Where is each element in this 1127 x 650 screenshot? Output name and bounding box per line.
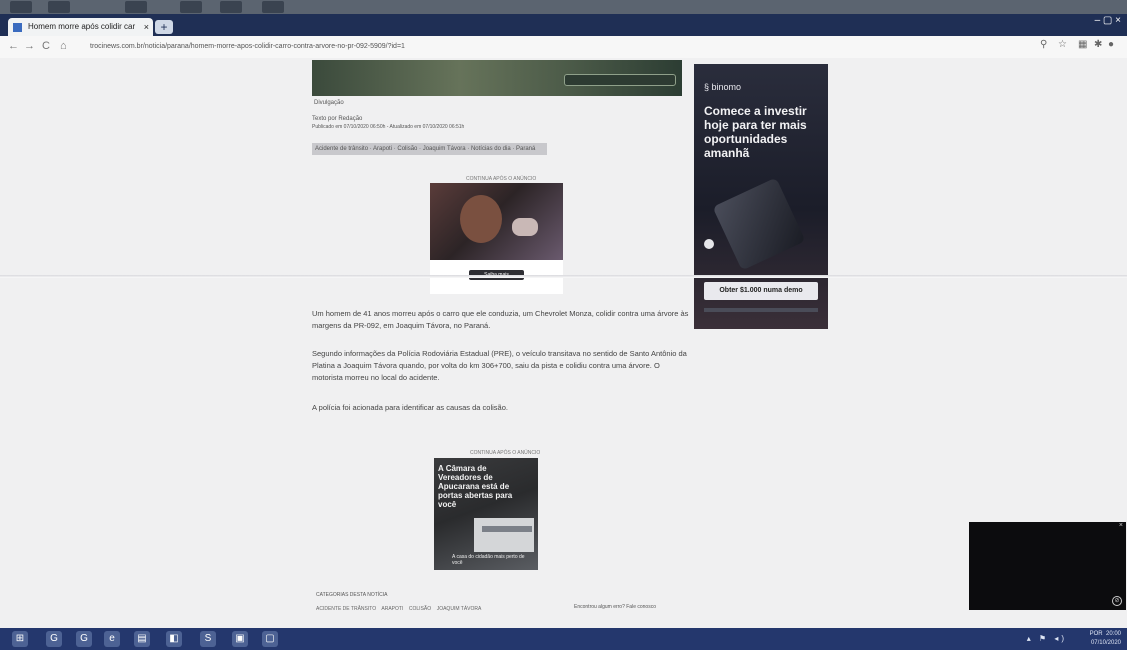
ad-brand: § binomo	[704, 82, 742, 92]
hero-image	[312, 60, 682, 96]
app-icon	[262, 1, 284, 13]
ad-cta-button[interactable]: Obter $1.000 numa demo	[704, 282, 818, 300]
ad-label: CONTINUA APÓS O ANÚNCIO	[470, 450, 541, 456]
footer-label: CATEGORIAS DESTA NOTÍCIA	[316, 592, 388, 598]
favicon-icon	[13, 23, 22, 32]
language-indicator: POR	[1089, 631, 1103, 637]
profile-icon[interactable]: ●	[1108, 39, 1114, 50]
app-icon[interactable]: ▢	[262, 631, 278, 647]
tab-close-icon[interactable]: ×	[144, 18, 149, 36]
chrome-icon[interactable]: G	[46, 631, 62, 647]
child-image	[460, 195, 502, 243]
article-paragraph: A polícia foi acionada para identificar …	[312, 403, 508, 412]
star-icon[interactable]: ☆	[1058, 39, 1067, 50]
article-paragraph: Segundo informações da Polícia Rodoviári…	[312, 349, 687, 382]
ad-headline: Comece a investir hoje para ter mais opo…	[704, 104, 807, 160]
footer-tag-link[interactable]: ACIDENTE DE TRÂNSITO	[316, 606, 376, 612]
back-button[interactable]: ←	[8, 40, 19, 52]
background-window-strip	[0, 0, 1127, 14]
promo-headline: A Câmara de Vereadores de Apucarana está…	[438, 464, 513, 509]
promo-ad[interactable]: A Câmara de Vereadores de Apucarana está…	[434, 458, 538, 570]
ie-icon[interactable]: e	[104, 631, 120, 647]
video-ad[interactable]	[430, 183, 563, 260]
phone-image	[712, 177, 806, 271]
address-bar: ← → C ⌂ trocinews.com.br/noticia/parana/…	[0, 36, 1127, 59]
outlook-icon[interactable]: ◧	[166, 631, 182, 647]
footer-tag-link[interactable]: JOAQUIM TÁVORA	[437, 606, 482, 612]
taskbar: ⊞ G G e ▤ ◧ S ▣ ▢ ▴ ⚑ ◂) POR 20:00 07/10…	[0, 628, 1127, 650]
hand-image	[512, 218, 538, 236]
settings-icon[interactable]: ⊘	[1112, 596, 1122, 606]
tag-list[interactable]: Acidente de trânsito · Arapoti · Colisão…	[312, 143, 547, 155]
search-icon[interactable]: ⚲	[1040, 39, 1047, 50]
chrome-icon[interactable]: G	[76, 631, 92, 647]
light-image	[704, 239, 714, 249]
app-icon	[180, 1, 202, 13]
hero-image-button[interactable]	[564, 74, 676, 86]
hero-caption: Divulgação	[314, 100, 344, 106]
window-controls[interactable]: – ▢ ×	[1095, 15, 1121, 26]
url-field[interactable]: trocinews.com.br/noticia/parana/homem-mo…	[90, 40, 950, 54]
footer-tag-link[interactable]: COLISÃO	[409, 606, 431, 612]
article-date: Publicado em 07/10/2020 06:50h - Atualiz…	[312, 124, 465, 130]
sidebar-ad[interactable]: § binomo Comece a investir hoje para ter…	[694, 64, 828, 329]
floating-video-player[interactable]: × ⊘	[969, 522, 1126, 610]
home-button[interactable]: ⌂	[60, 40, 67, 52]
tray-icons[interactable]: ▴ ⚑ ◂)	[1027, 634, 1067, 643]
extension-icon[interactable]: ▦	[1078, 39, 1087, 50]
app-icon	[125, 1, 147, 13]
ad-fine-print	[704, 308, 818, 312]
app-icon	[48, 1, 70, 13]
reload-button[interactable]: C	[42, 40, 50, 52]
article-paragraph: Um homem de 41 anos morreu após o carro …	[312, 309, 689, 330]
building-image	[474, 518, 534, 552]
promo-footer: A casa do cidadão mais perto de você	[452, 554, 525, 566]
footer-tag-link[interactable]: ARAPOTI	[381, 606, 403, 612]
app-icon	[220, 1, 242, 13]
browser-tab-strip: Homem morre após colidir car × + – ▢ ×	[0, 14, 1127, 36]
clock-time: 20:00	[1105, 631, 1121, 637]
article-author: Texto por Redação	[312, 116, 363, 122]
clock-date: 07/10/2020	[1090, 640, 1121, 646]
forward-button[interactable]: →	[24, 40, 35, 52]
ad-label: CONTINUA APÓS O ANÚNCIO	[466, 176, 537, 182]
tab-title: Homem morre após colidir car	[28, 22, 136, 31]
close-icon[interactable]: ×	[1119, 522, 1123, 529]
building-image	[482, 526, 532, 532]
app-icon[interactable]: ▣	[232, 631, 248, 647]
footer-share[interactable]: Encontrou algum erro? Fale conosco	[574, 604, 656, 610]
skype-icon[interactable]: S	[200, 631, 216, 647]
paper-fold	[0, 275, 1127, 278]
web-page: Divulgação Texto por Redação Publicado e…	[0, 58, 1127, 628]
start-button[interactable]: ⊞	[12, 631, 28, 647]
extension-icon[interactable]: ✱	[1094, 39, 1102, 50]
clock[interactable]: POR 20:00 07/10/2020	[1090, 630, 1121, 648]
browser-tab[interactable]: Homem morre após colidir car ×	[8, 18, 153, 36]
folder-icon[interactable]: ▤	[134, 631, 150, 647]
footer-tags: ACIDENTE DE TRÂNSITO ARAPOTI COLISÃO JOA…	[316, 606, 481, 612]
new-tab-button[interactable]: +	[155, 20, 173, 34]
windows-icon	[10, 1, 32, 13]
